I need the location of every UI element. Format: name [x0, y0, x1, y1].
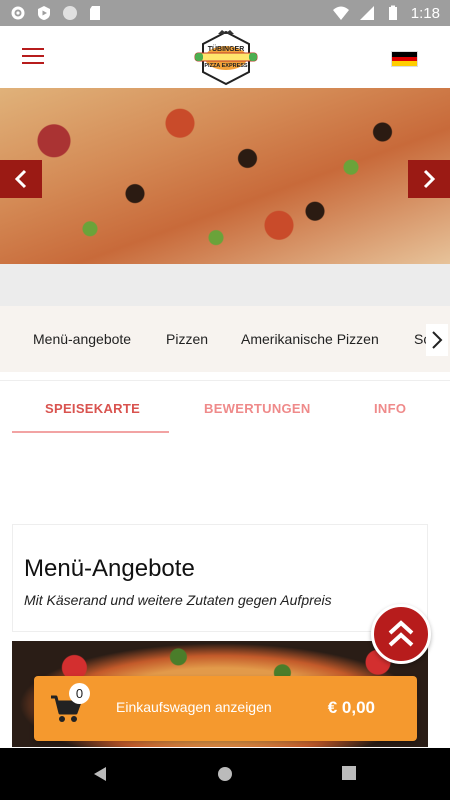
status-bar: 1:18 — [0, 0, 450, 26]
recents-icon[interactable] — [342, 766, 356, 780]
wifi-icon — [332, 6, 349, 20]
category-american-pizzas[interactable]: Amerikanische Pizzen — [241, 331, 379, 347]
status-time: 1:18 — [410, 4, 440, 22]
battery-icon — [388, 5, 397, 20]
view-cart-button[interactable]: 0 Einkaufswagen anzeigen € 0,00 — [34, 676, 417, 741]
chevron-right-icon — [423, 169, 436, 189]
sd-card-icon — [90, 6, 100, 20]
play-protect-icon — [38, 6, 50, 20]
chevron-right-icon — [432, 331, 443, 349]
cart-label: Einkaufswagen anzeigen — [116, 699, 272, 715]
category-pizzas[interactable]: Pizzen — [166, 331, 208, 347]
section-subtitle: Mit Käserand und weitere Zutaten gegen A… — [24, 592, 332, 608]
category-strip[interactable]: Menü-angebote Pizzen Amerikanische Pizze… — [0, 306, 450, 372]
slider-prev-button[interactable] — [0, 160, 42, 198]
home-icon[interactable] — [217, 766, 233, 782]
signal-icon — [359, 6, 374, 20]
hero-pizza-image — [0, 88, 450, 264]
double-chevron-up-icon — [388, 620, 414, 647]
section-title: Menü-Angebote — [24, 555, 195, 582]
settings-icon — [11, 6, 25, 20]
language-flag-icon[interactable] — [391, 51, 418, 67]
tab-bar: SPEISEKARTE BEWERTUNGEN INFO — [0, 380, 450, 436]
cart-total: € 0,00 — [327, 698, 375, 717]
tab-info[interactable]: INFO — [374, 401, 406, 416]
tab-reviews[interactable]: BEWERTUNGEN — [204, 401, 311, 416]
slider-next-button[interactable] — [408, 160, 450, 198]
menu-section-header: Menü-Angebote Mit Käserand und weitere Z… — [12, 524, 428, 632]
app-header: TÜBINGER PIZZA EXPRESS — [0, 26, 450, 88]
restaurant-logo[interactable]: TÜBINGER PIZZA EXPRESS — [193, 28, 259, 86]
tab-menu[interactable]: SPEISEKARTE — [45, 401, 140, 416]
category-menu-offers[interactable]: Menü-angebote — [33, 331, 131, 347]
circle-icon — [63, 6, 77, 20]
category-scroll-right-button[interactable] — [426, 324, 448, 356]
logo-text-top: TÜBINGER — [208, 44, 245, 53]
scroll-to-top-button[interactable] — [371, 604, 431, 664]
cart-count-badge: 0 — [69, 683, 90, 704]
tab-indicator — [12, 431, 169, 433]
system-navigation-bar — [0, 748, 450, 800]
back-icon[interactable] — [93, 766, 107, 782]
chevron-left-icon — [14, 169, 27, 189]
menu-icon[interactable] — [22, 48, 44, 64]
logo-text-bottom: PIZZA EXPRESS — [204, 63, 248, 69]
divider-band — [0, 264, 450, 306]
